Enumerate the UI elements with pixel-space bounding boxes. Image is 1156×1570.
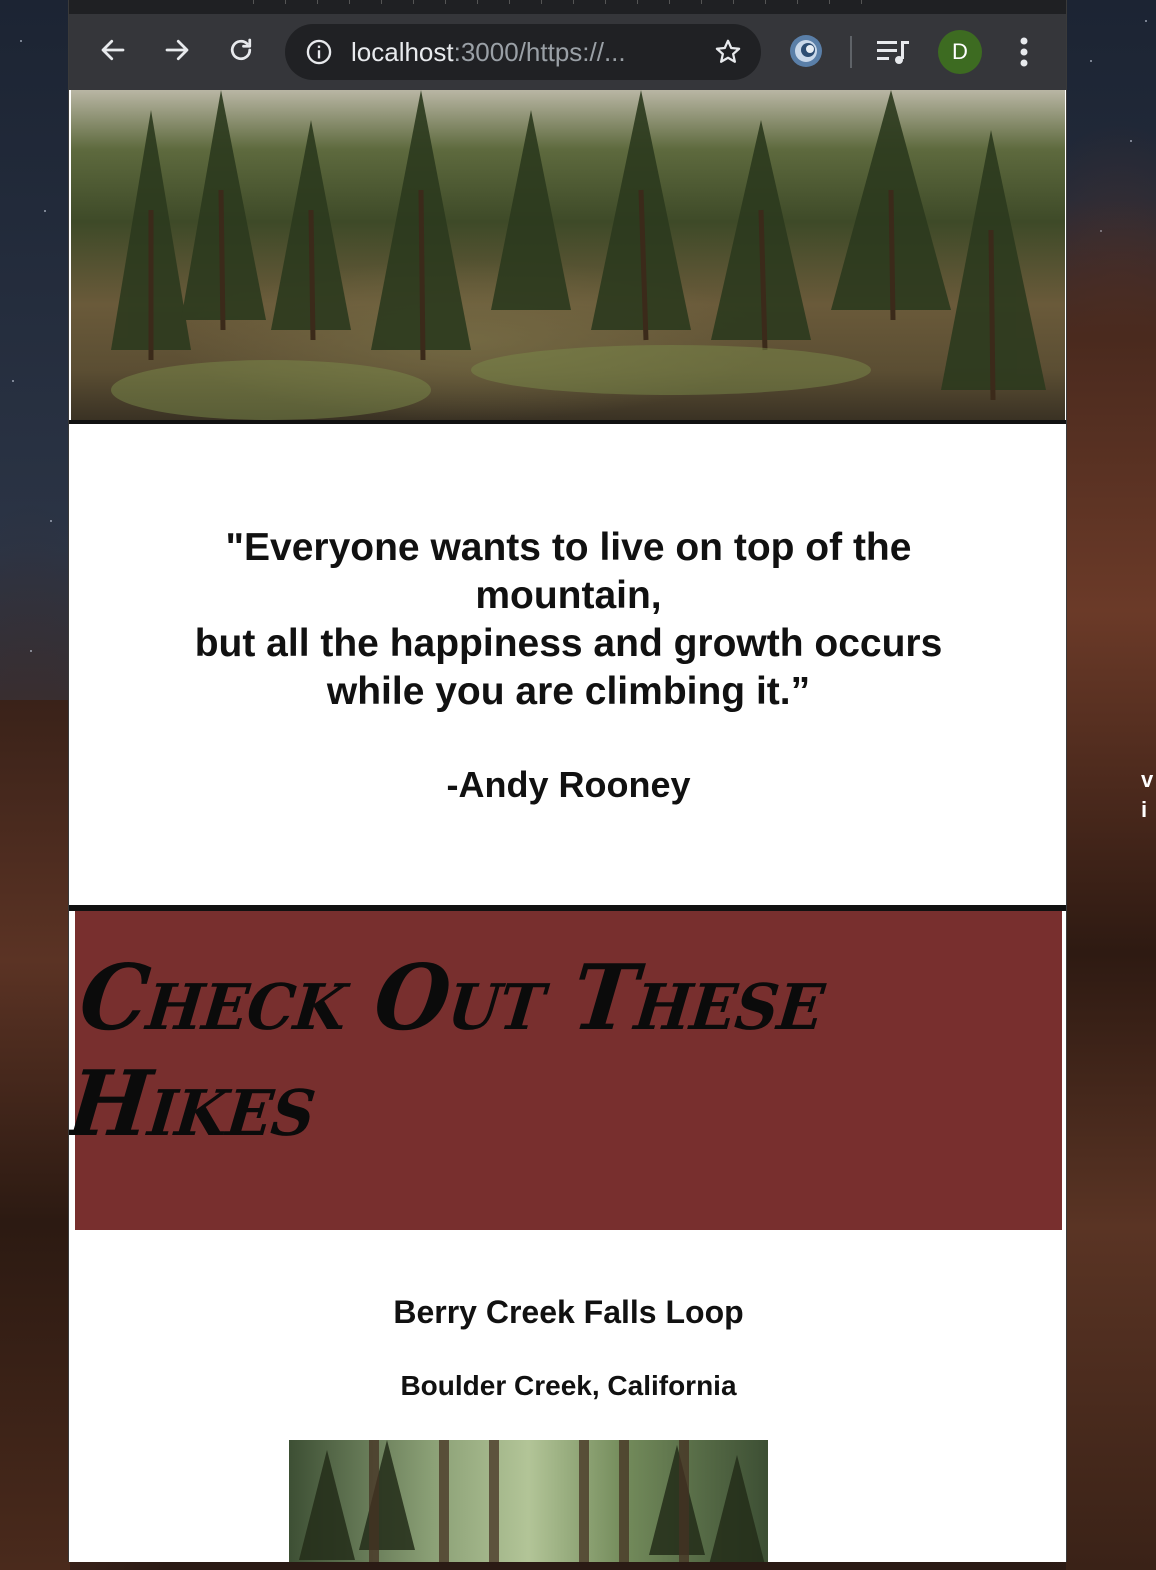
media-queue-icon[interactable]: [875, 36, 911, 68]
hike-photo: [289, 1440, 768, 1562]
back-button[interactable]: [91, 28, 135, 72]
quote-author: -Andy Rooney: [446, 764, 691, 805]
background-text: v i: [1141, 767, 1154, 822]
info-icon[interactable]: [305, 38, 333, 66]
forward-button[interactable]: [155, 28, 199, 72]
url-text[interactable]: localhost:3000/https://...: [351, 38, 626, 66]
browser-window: localhost:3000/https://... D "Everyone w…: [68, 0, 1067, 1562]
quote-line: "Everyone wants to live on top of the mo…: [225, 526, 912, 617]
url-path: :3000/https://...: [453, 37, 626, 67]
hike-name: Berry Creek Falls Loop: [393, 1294, 744, 1330]
quote-text: "Everyone wants to live on top of the mo…: [149, 524, 988, 716]
browser-toolbar: localhost:3000/https://... D: [69, 14, 1066, 90]
arrow-left-icon: [101, 39, 125, 61]
forest-illustration: [111, 90, 1046, 420]
hike-location: Boulder Creek, California: [400, 1370, 737, 1401]
hikes-header: Check Out These Hikes: [69, 911, 1062, 1230]
hikes-heading: Check Out These Hikes: [69, 944, 830, 1157]
forest-hero-image: [71, 90, 1065, 420]
reload-button[interactable]: [219, 28, 263, 72]
url-host: localhost: [351, 37, 454, 67]
hike-card: Berry Creek Falls Loop Boulder Creek, Ca…: [75, 1230, 1062, 1562]
star-icon[interactable]: [713, 37, 743, 67]
page-viewport: "Everyone wants to live on top of the mo…: [69, 90, 1066, 1562]
toolbar-divider: [850, 36, 852, 68]
tab-strip: [69, 0, 1066, 14]
arrow-right-icon: [165, 39, 189, 61]
quote-line: but all the happiness and growth occurs …: [194, 622, 943, 713]
quote-section: "Everyone wants to live on top of the mo…: [69, 424, 1066, 905]
reload-icon: [230, 38, 252, 61]
kebab-menu-icon[interactable]: [1009, 34, 1039, 70]
extension-icon[interactable]: [789, 34, 823, 68]
address-bar[interactable]: localhost:3000/https://...: [285, 24, 761, 80]
profile-avatar[interactable]: D: [938, 30, 982, 74]
